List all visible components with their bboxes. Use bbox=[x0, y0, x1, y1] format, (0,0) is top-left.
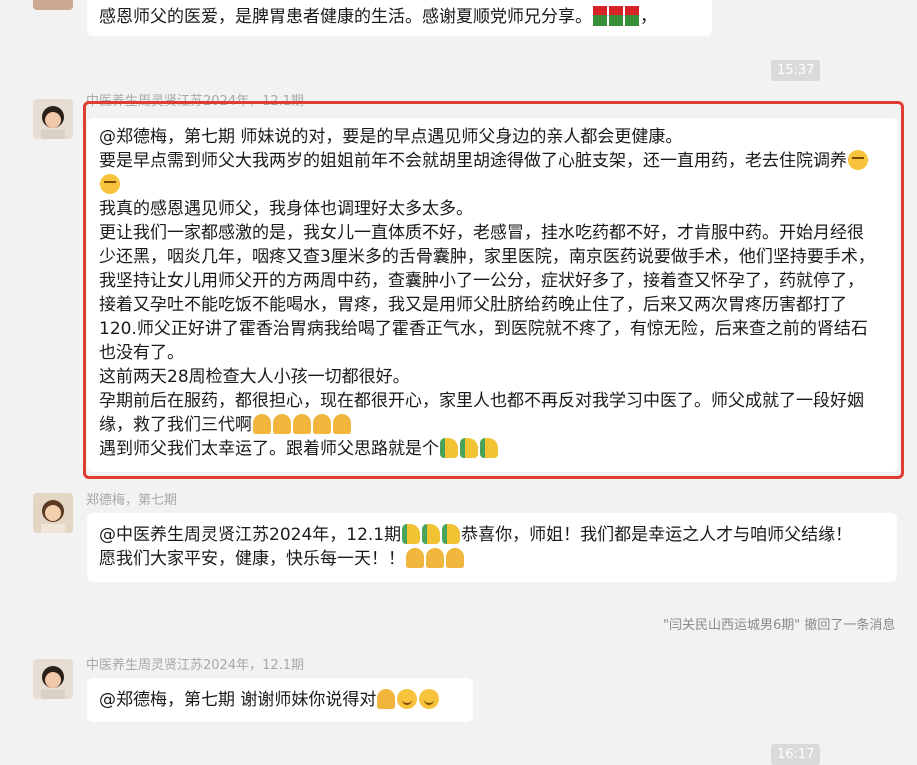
thumbs-up-emoji-icon bbox=[422, 524, 441, 544]
pray-emoji-icon bbox=[377, 689, 396, 709]
pray-emoji-icon bbox=[426, 548, 444, 568]
thumbs-up-emoji-icon bbox=[402, 524, 421, 544]
avatar-top[interactable] bbox=[33, 0, 73, 10]
highlight-box bbox=[83, 101, 904, 479]
rose-emoji-icon bbox=[625, 6, 639, 26]
message-line: 恭喜你，师姐！我们都是幸运之人才与咱师父结缘！ bbox=[461, 525, 853, 545]
timestamp: 15:37 bbox=[771, 60, 821, 81]
avatar[interactable] bbox=[33, 659, 73, 699]
thumbs-up-emoji-icon bbox=[442, 524, 461, 544]
pray-emoji-icon bbox=[406, 548, 424, 568]
message-line: 愿我们大家平安，健康，快乐每一天！！ bbox=[99, 549, 405, 569]
timestamp: 16:17 bbox=[771, 744, 821, 765]
rose-emoji-icon bbox=[593, 6, 607, 26]
pray-emoji-icon bbox=[446, 548, 464, 568]
recall-notice: "闫关民山西运城男6期" 撤回了一条消息 bbox=[663, 618, 896, 633]
rose-emoji-icon bbox=[609, 6, 623, 26]
sender-name: 中医养生周灵贤江苏2024年，12.1期 bbox=[86, 658, 305, 673]
sender-name: 郑德梅，第七期 bbox=[86, 493, 178, 508]
avatar-woman-icon bbox=[33, 493, 73, 533]
smile-emoji-icon bbox=[397, 689, 418, 709]
avatar-woman-icon bbox=[33, 659, 73, 699]
message-text: 感恩师父的医爱，是脾胃患者健康的生活。感谢夏顺党师兄分享。 bbox=[99, 7, 592, 27]
message-text-tail: ， bbox=[640, 7, 657, 27]
message-line: @郑德梅，第七期 谢谢师妹你说得对 bbox=[99, 690, 377, 710]
message-bubble-0[interactable]: 感恩师父的医爱，是脾胃患者健康的生活。感谢夏顺党师兄分享。 ， bbox=[87, 0, 712, 36]
smile-emoji-icon bbox=[419, 689, 440, 709]
message-bubble-3[interactable]: @郑德梅，第七期 谢谢师妹你说得对 bbox=[87, 678, 473, 722]
avatar-woman-icon bbox=[33, 99, 73, 139]
avatar[interactable] bbox=[33, 99, 73, 139]
message-line: @中医养生周灵贤江苏2024年，12.1期 bbox=[99, 525, 402, 545]
avatar[interactable] bbox=[33, 493, 73, 533]
message-bubble-2[interactable]: @中医养生周灵贤江苏2024年，12.1期 恭喜你，师姐！我们都是幸运之人才与咱师… bbox=[87, 513, 897, 582]
